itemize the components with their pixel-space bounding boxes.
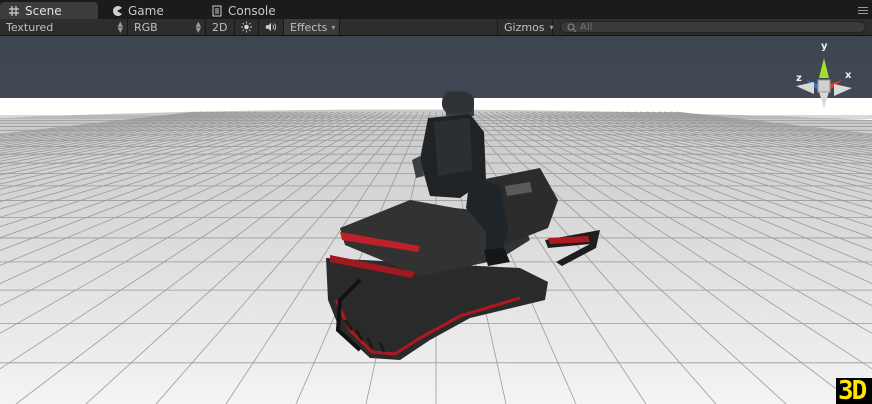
tab-scene[interactable]: Scene	[0, 2, 98, 19]
tab-game-label: Game	[128, 3, 164, 18]
editor-tab-bar: Scene Game Console	[0, 0, 872, 19]
gizmo-axis-y-label: y	[821, 41, 828, 52]
scene-viewport[interactable]: y x z 3D	[0, 36, 872, 404]
effects-label: Effects	[290, 20, 328, 34]
gizmos-dropdown[interactable]: Gizmos ▾	[497, 19, 554, 35]
gizmos-label: Gizmos	[504, 20, 545, 34]
gizmo-axis-x-label: x	[845, 70, 852, 81]
chevron-down-icon: ▾	[549, 22, 554, 32]
search-field[interactable]	[560, 21, 866, 33]
panel-menu-icon[interactable]	[858, 7, 868, 15]
toggle-2d-label: 2D	[212, 20, 228, 34]
draw-mode-value: Textured	[6, 20, 54, 34]
corner-badge-text: 3D	[838, 376, 867, 404]
scene-canvas	[0, 58, 872, 404]
scene-toolbar: Textured ▲ ▼ RGB ▲ ▼ 2D Effects ▾ Gizmos ▾	[0, 19, 872, 36]
chevron-down-icon: ▾	[331, 22, 336, 32]
toggle-2d-button[interactable]: 2D	[206, 19, 235, 35]
effects-dropdown[interactable]: Effects ▾	[284, 19, 340, 35]
tab-console-label: Console	[228, 3, 276, 18]
dropdown-arrows-icon: ▲ ▼	[195, 20, 201, 34]
fps-corner-badge: 3D	[836, 376, 872, 404]
dropdown-arrows-icon: ▲ ▼	[117, 20, 123, 34]
lighting-toggle[interactable]	[235, 19, 259, 35]
speaker-icon	[265, 22, 277, 32]
tab-console[interactable]: Console	[203, 2, 303, 19]
pacman-icon	[111, 5, 123, 17]
gizmo-axis-z-label: z	[796, 73, 802, 84]
grid-icon	[8, 5, 20, 17]
draw-mode-dropdown[interactable]: Textured ▲ ▼	[0, 19, 128, 35]
sun-icon	[241, 21, 252, 33]
tab-game[interactable]: Game	[103, 2, 199, 19]
render-mode-dropdown[interactable]: RGB ▲ ▼	[128, 19, 206, 35]
console-icon	[211, 5, 223, 17]
search-icon	[567, 23, 577, 32]
search-input[interactable]	[577, 21, 840, 33]
render-mode-value: RGB	[134, 20, 158, 34]
tab-scene-label: Scene	[25, 3, 62, 18]
audio-toggle[interactable]	[259, 19, 284, 35]
